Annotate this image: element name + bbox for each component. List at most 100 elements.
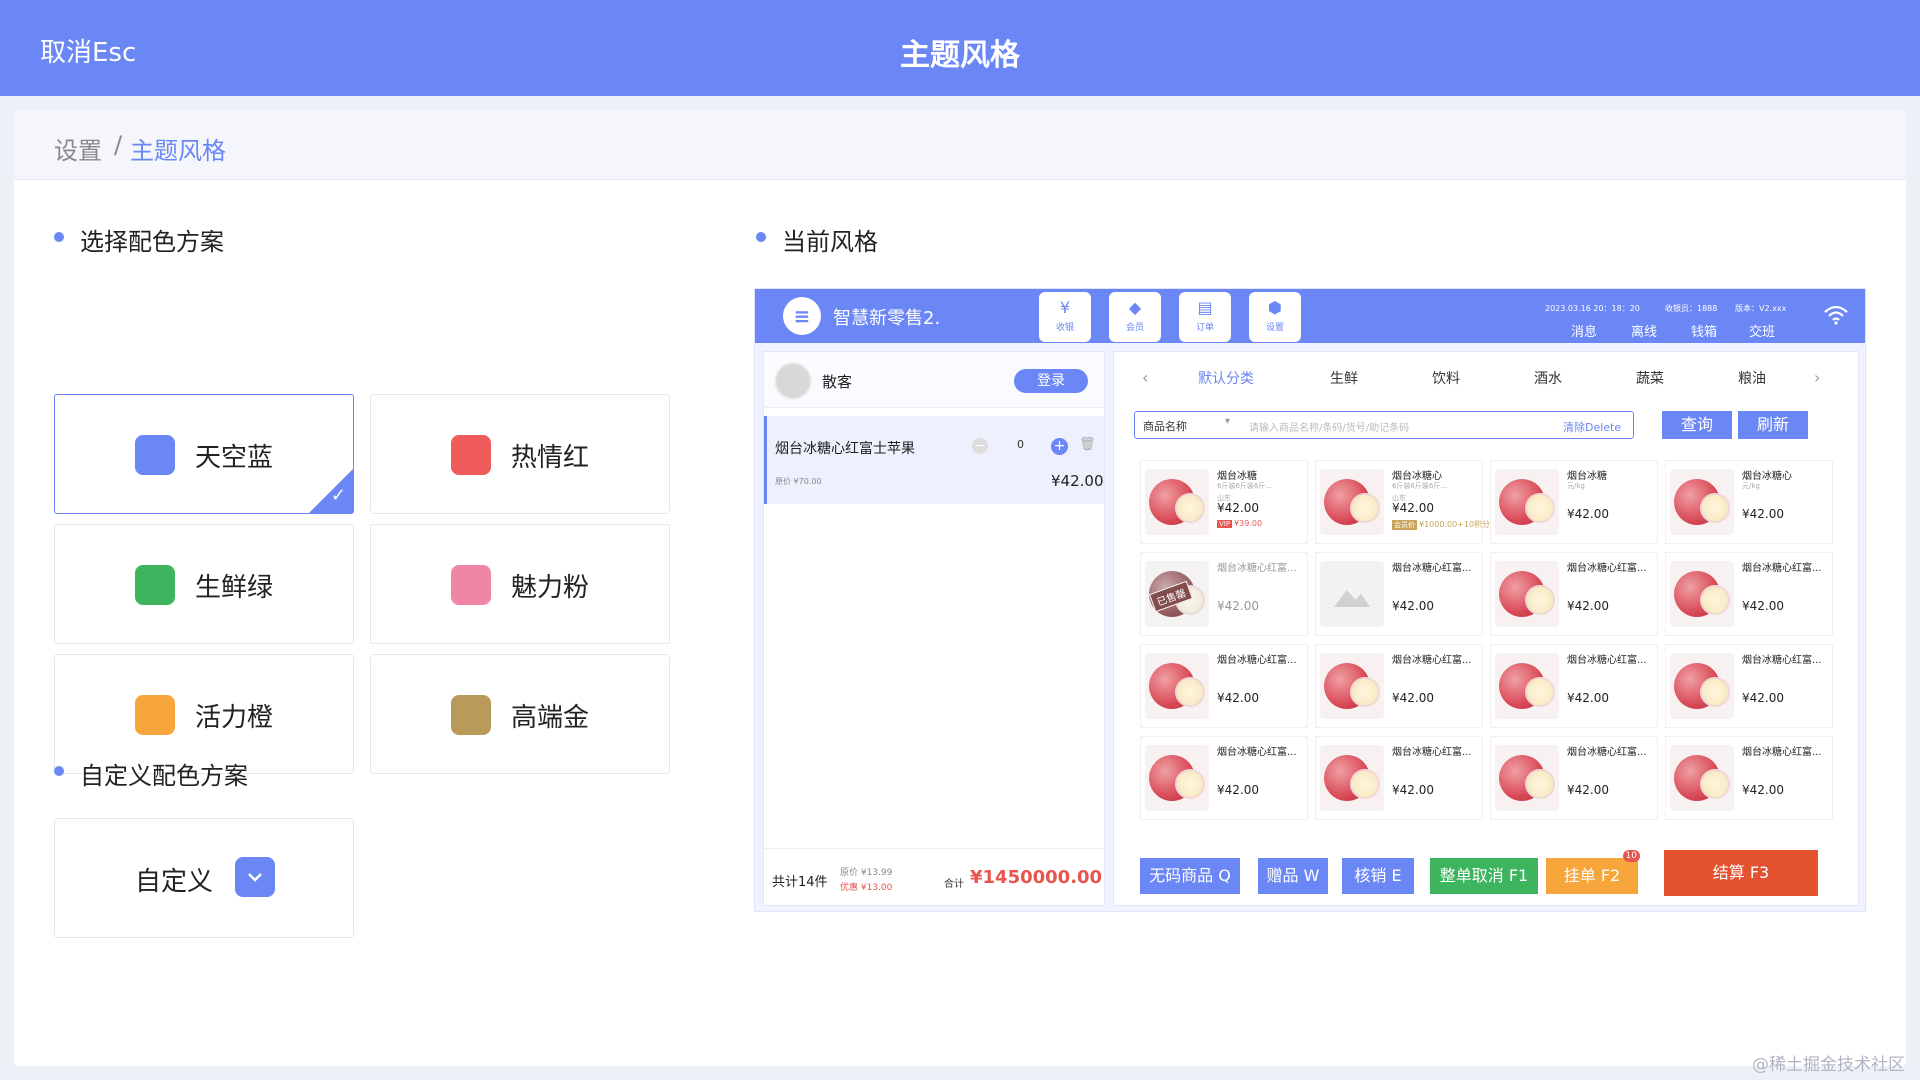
refresh-button[interactable]: 刷新: [1738, 411, 1808, 439]
search-field-select[interactable]: 商品名称: [1143, 418, 1187, 434]
cart-original: 原价 ¥13.99: [840, 868, 893, 878]
clear-button[interactable]: 清除Delete: [1563, 419, 1621, 435]
product-card[interactable]: 烟台冰糖心红富... ¥42.00: [1490, 644, 1658, 728]
scheme-option[interactable]: 热情红: [370, 394, 670, 514]
quick-button-diamond[interactable]: ◆ 会员: [1109, 292, 1161, 342]
footer-action-button[interactable]: 挂单 F2 10: [1546, 850, 1640, 894]
category-tab[interactable]: 默认分类: [1198, 368, 1254, 388]
product-card[interactable]: 烟台冰糖心红富... ¥42.00: [1140, 644, 1308, 728]
order-icon: ▤: [1197, 298, 1213, 317]
product-price: ¥42.00: [1217, 599, 1259, 613]
color-swatch: [451, 565, 491, 605]
category-tab[interactable]: 饮料: [1432, 368, 1460, 388]
cart-item-quantity: 0: [1017, 438, 1024, 451]
product-image: [1145, 745, 1209, 811]
header-menu-link[interactable]: 钱箱: [1691, 321, 1717, 340]
product-image: [1320, 653, 1384, 719]
header-menu-link[interactable]: 消息: [1571, 321, 1597, 340]
product-card[interactable]: 烟台冰糖心红富... ¥42.00: [1665, 552, 1833, 636]
product-card[interactable]: 烟台冰糖心红富... ¥42.00: [1315, 644, 1483, 728]
scheme-option-label: 魅力粉: [511, 573, 590, 603]
product-name: 烟台冰糖心红富...: [1392, 563, 1472, 574]
product-image: [1495, 469, 1559, 535]
product-member-price: VIP ¥39.00: [1217, 519, 1262, 528]
cart-footer: 共计14件 原价 ¥13.99 优惠 ¥13.00 合计 ¥1450000.00: [764, 848, 1104, 906]
header-menu-link[interactable]: 离线: [1631, 321, 1657, 340]
product-name: 烟台冰糖心: [1742, 471, 1792, 482]
product-price: ¥42.00: [1392, 501, 1434, 515]
trash-icon[interactable]: 🗑: [1079, 437, 1096, 452]
product-card[interactable]: 烟台冰糖 元/kg ¥42.00: [1490, 460, 1658, 544]
preview-section-title: 当前风格: [782, 228, 878, 256]
product-name: 烟台冰糖心红富...: [1742, 747, 1822, 758]
product-card[interactable]: 烟台冰糖 6斤装6斤装6斤... 山东 ¥42.00 VIP ¥39.00: [1140, 460, 1308, 544]
preview-header: ≡ 智慧新零售2. ¥ 收银 ◆ 会员 ▤ 订单 ⬢ 设置 2023.03.16 20：18：…: [755, 289, 1865, 343]
product-card[interactable]: 烟台冰糖心 6斤装6斤装6斤... 山东 ¥42.00 会员价 ¥1000.00+10积分: [1315, 460, 1490, 544]
footer-action-button[interactable]: 赠品 W: [1258, 858, 1328, 894]
preview-datetime: 2023.03.16 20：18：20: [1545, 304, 1640, 313]
product-card[interactable]: 烟台冰糖心红富... ¥42.00: [1665, 736, 1833, 820]
chevron-down-icon[interactable]: [235, 857, 275, 897]
quick-button-label: 会员: [1125, 323, 1144, 333]
color-swatch: [135, 695, 175, 735]
product-price: ¥42.00: [1567, 783, 1609, 797]
product-card[interactable]: 已售罄 烟台冰糖心红富... ¥42.00: [1140, 552, 1308, 636]
category-tab[interactable]: 生鲜: [1330, 368, 1358, 388]
color-swatch: [135, 565, 175, 605]
footer-action-button[interactable]: 无码商品 Q: [1140, 858, 1240, 894]
chevron-right-icon[interactable]: ›: [1814, 368, 1820, 387]
scheme-option[interactable]: 魅力粉: [370, 524, 670, 644]
breadcrumb-parent[interactable]: 设置: [54, 131, 102, 166]
price-tag-badge: VIP: [1217, 520, 1233, 528]
footer-action-button[interactable]: 结算 F3: [1664, 850, 1818, 896]
footer-action-button[interactable]: 整单取消 F1: [1430, 858, 1538, 894]
cart-count: 共计14件: [772, 875, 828, 890]
scheme-option[interactable]: 天空蓝 ✓: [54, 394, 354, 514]
category-tab[interactable]: 蔬菜: [1636, 368, 1664, 388]
search-input[interactable]: 请输入商品名称/条码/货号/助记条码: [1249, 419, 1409, 434]
quick-button-settings[interactable]: ⬢ 设置: [1249, 292, 1301, 342]
chevron-left-icon[interactable]: ‹: [1142, 368, 1148, 387]
plus-icon[interactable]: +: [1051, 438, 1068, 455]
custom-scheme-card[interactable]: 自定义: [54, 818, 354, 938]
bullet-dot: [54, 232, 64, 242]
product-price: ¥42.00: [1217, 691, 1259, 705]
category-tabs: ‹ 默认分类 生鲜 饮料 酒水 蔬菜 粮油 ›: [1114, 368, 1860, 392]
product-name: 烟台冰糖心红富...: [1217, 747, 1297, 758]
login-button[interactable]: 登录: [1014, 369, 1088, 393]
cart-item[interactable]: 烟台冰糖心红富士苹果 − 0 + 🗑 原价 ¥70.00 ¥42.00: [764, 416, 1104, 504]
product-card[interactable]: 烟台冰糖心 元/kg ¥42.00: [1665, 460, 1833, 544]
scheme-option[interactable]: 高端金: [370, 654, 670, 774]
product-price: ¥42.00: [1392, 783, 1434, 797]
preview-goods-panel: ‹ 默认分类 生鲜 饮料 酒水 蔬菜 粮油 › 商品名称 ▾ 请输入商品名称/条码/货号/…: [1113, 351, 1859, 906]
bullet-dot: [54, 766, 64, 776]
quick-button-label: 收银: [1055, 323, 1074, 333]
cart-item-price: ¥42.00: [1051, 472, 1104, 490]
category-tab[interactable]: 酒水: [1534, 368, 1562, 388]
minus-icon[interactable]: −: [972, 438, 988, 454]
product-card[interactable]: 烟台冰糖心红富... ¥42.00: [1490, 736, 1658, 820]
product-card[interactable]: 烟台冰糖心红富... ¥42.00: [1665, 644, 1833, 728]
custom-section-title: 自定义配色方案: [80, 762, 248, 790]
category-tab[interactable]: 粮油: [1738, 368, 1766, 388]
footer-action-button[interactable]: 核销 E: [1342, 858, 1414, 894]
product-image: [1670, 745, 1734, 811]
scheme-option[interactable]: 生鲜绿: [54, 524, 354, 644]
preview-app-name: 智慧新零售2.: [833, 308, 941, 329]
product-price: ¥42.00: [1567, 691, 1609, 705]
product-card[interactable]: 烟台冰糖心红富... ¥42.00: [1140, 736, 1308, 820]
quick-button-order[interactable]: ▤ 订单: [1179, 292, 1231, 342]
footer-action-label: 核销 E: [1354, 866, 1402, 885]
quick-button-cashier[interactable]: ¥ 收银: [1039, 292, 1091, 342]
search-bar: 商品名称 ▾ 请输入商品名称/条码/货号/助记条码 清除Delete: [1134, 411, 1634, 439]
query-button[interactable]: 查询: [1662, 411, 1732, 439]
product-card[interactable]: 烟台冰糖心红富... ¥42.00: [1315, 552, 1483, 636]
caret-down-icon: ▾: [1225, 416, 1231, 427]
check-icon: ✓: [330, 485, 346, 506]
product-image: [1495, 561, 1559, 627]
product-card[interactable]: 烟台冰糖心红富... ¥42.00: [1315, 736, 1483, 820]
product-card[interactable]: 烟台冰糖心红富... ¥42.00: [1490, 552, 1658, 636]
theme-preview: ≡ 智慧新零售2. ¥ 收银 ◆ 会员 ▤ 订单 ⬢ 设置 2023.03.16 20：18：…: [754, 288, 1866, 912]
header-menu-link[interactable]: 交班: [1749, 321, 1775, 340]
product-name: 烟台冰糖心红富...: [1567, 747, 1647, 758]
